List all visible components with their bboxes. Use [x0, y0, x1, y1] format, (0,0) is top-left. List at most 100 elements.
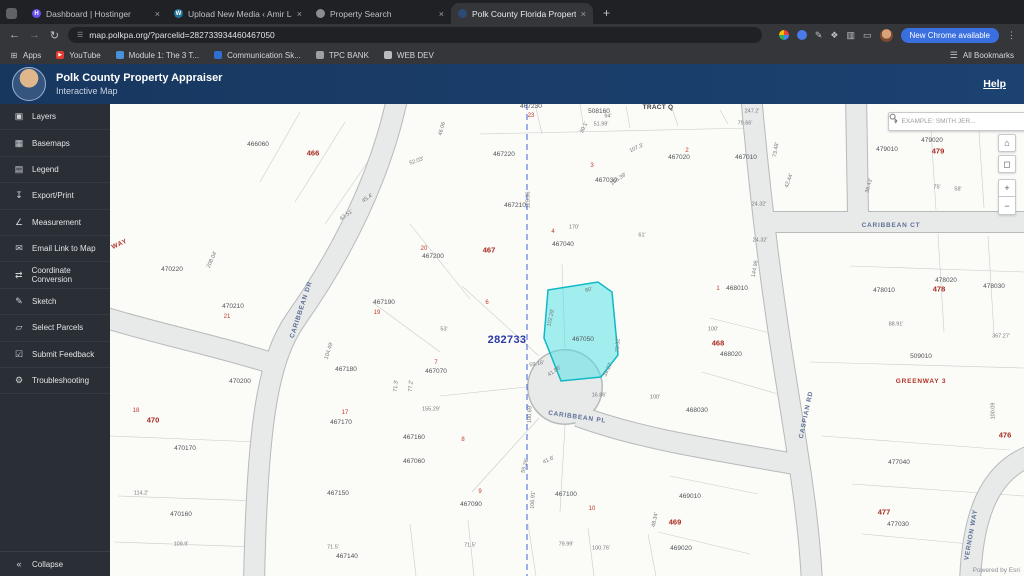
sidebar-item-coordinate-conversion[interactable]: ⇄Coordinate Conversion — [0, 262, 110, 288]
extent-button[interactable]: ◻ — [998, 155, 1016, 173]
home-button[interactable]: ⌂ — [998, 134, 1016, 152]
all-bookmarks-button[interactable]: ☰ All Bookmarks — [950, 50, 1014, 61]
page-title: Polk County Property Appraiser — [56, 72, 222, 84]
forward-icon[interactable]: → — [28, 29, 41, 41]
sketch-icon: ✎ — [14, 296, 24, 307]
bookmark-item[interactable]: WEB DEV — [384, 51, 434, 60]
bookmark-item[interactable]: Module 1: The 3 T... — [116, 51, 199, 60]
sidebar-item-basemaps[interactable]: ▦ Basemaps — [0, 130, 110, 156]
layers-icon: ▣ — [14, 111, 24, 122]
legend-icon: ▤ — [14, 164, 24, 175]
sidebar-item-label: Sketch — [32, 297, 56, 306]
sidebar-item-select-parcels[interactable]: ▱ Select Parcels — [0, 315, 110, 341]
print-icon: ↧ — [14, 190, 24, 201]
back-icon[interactable]: ← — [8, 29, 21, 41]
browser-tab[interactable]: H Dashboard | Hostinger × — [25, 3, 167, 24]
header-titles: Polk County Property Appraiser Interacti… — [56, 72, 222, 96]
tab-favicon-icon: H — [32, 9, 41, 18]
bookmark-favicon-icon — [316, 51, 324, 59]
map-area[interactable]: 4672305081604660604672204670204670104670… — [110, 104, 1024, 576]
new-tab-button[interactable]: + — [603, 6, 610, 20]
sidebar-item-label: Select Parcels — [32, 323, 83, 332]
section-number-label: 282733 — [488, 334, 527, 346]
bookmark-item[interactable]: Communication Sk... — [214, 51, 301, 60]
address-bar[interactable]: ☰ map.polkpa.org/?parcelid=2827339344604… — [68, 27, 762, 43]
page-subtitle: Interactive Map — [56, 86, 222, 96]
bookmark-label: Module 1: The 3 T... — [129, 51, 199, 60]
browser-tab[interactable]: Polk County Florida Propert... × — [451, 3, 593, 24]
bookmark-favicon-icon — [384, 51, 392, 59]
tab-close-icon[interactable]: × — [439, 9, 444, 19]
extensions-puzzle-icon[interactable]: ❖ — [830, 30, 838, 41]
sidebar-item-label: Layers — [32, 112, 56, 121]
sidebar-item-submit-feedback[interactable]: ☑Submit Feedback — [0, 342, 110, 368]
extension-blue-icon[interactable] — [797, 30, 807, 40]
polk-county-logo — [12, 67, 46, 101]
sidebar-item-email-link-to-map[interactable]: ✉Email Link to Map — [0, 236, 110, 262]
basemaps-icon: ▦ — [14, 138, 24, 149]
all-bookmarks-icon: ☰ — [950, 50, 958, 61]
tab-close-icon[interactable]: × — [581, 9, 586, 19]
tabs-container: HDashboard | Hostinger×WUpload New Media… — [25, 3, 593, 24]
bookmark-favicon-icon — [214, 51, 222, 59]
tab-title: Property Search — [330, 9, 434, 19]
tab-favicon-icon — [458, 9, 467, 18]
map-canvas[interactable] — [110, 104, 1024, 576]
bookmark-label: TPC BANK — [329, 51, 369, 60]
selected-parcel-highlight[interactable] — [544, 282, 618, 381]
new-chrome-available-button[interactable]: New Chrome available — [901, 28, 999, 43]
sidebar-item-export-print[interactable]: ↧Export/Print — [0, 183, 110, 209]
tab-close-icon[interactable]: × — [297, 9, 302, 19]
sidebar-item-label: Basemaps — [32, 139, 70, 148]
url-text: map.polkpa.org/?parcelid=282733934460467… — [89, 30, 275, 40]
extension-wheel-icon[interactable] — [779, 30, 789, 40]
bookmark-label: Apps — [23, 51, 41, 60]
bookmark-favicon-icon — [116, 51, 124, 59]
bookmark-item[interactable]: ⊞Apps — [10, 51, 41, 60]
sidebar: ▣ Layers ▦ Basemaps ▤ Legend ↧Export/Print ∠ Mea… — [0, 104, 110, 576]
sidebar-item-label: Submit Feedback — [32, 350, 94, 359]
sidebar-item-measurement[interactable]: ∠ Measurement — [0, 210, 110, 236]
sidebar-item-sketch[interactable]: ✎ Sketch — [0, 289, 110, 315]
sidebar-item-layers[interactable]: ▣ Layers — [0, 104, 110, 130]
media-card-icon[interactable]: ▭ — [863, 30, 872, 41]
zoom-out-button[interactable]: − — [998, 197, 1016, 215]
bookmark-label: WEB DEV — [397, 51, 434, 60]
bookmark-item[interactable]: TPC BANK — [316, 51, 369, 60]
browser-menu-icon[interactable]: ⋮ — [1007, 30, 1016, 41]
browser-toolbar: ← → ↻ ☰ map.polkpa.org/?parcelid=2827339… — [0, 24, 1024, 46]
bookmarks-left: ⊞Apps ▶YouTube Module 1: The 3 T... Communi… — [10, 51, 434, 60]
tab-close-icon[interactable]: × — [155, 9, 160, 19]
browser-tab[interactable]: WUpload New Media ‹ Amir La...× — [167, 3, 309, 24]
bookmarks-bar: ⊞Apps ▶YouTube Module 1: The 3 T... Communi… — [0, 46, 1024, 65]
sidebar-collapse-button[interactable]: « Collapse — [0, 551, 110, 576]
zoom-in-button[interactable]: + — [998, 179, 1016, 197]
sidebar-item-label: Measurement — [32, 218, 81, 227]
tab-title: Polk County Florida Propert... — [472, 9, 576, 19]
search-icon[interactable] — [889, 113, 898, 122]
browser-window: HDashboard | Hostinger×WUpload New Media… — [0, 0, 1024, 576]
tab-favicon-icon — [316, 9, 325, 18]
side-panel-icon[interactable]: ▥ — [846, 30, 855, 41]
tab-strip: HDashboard | Hostinger×WUpload New Media… — [0, 0, 1024, 24]
profile-avatar[interactable] — [880, 29, 893, 42]
select-parcels-icon: ▱ — [14, 322, 24, 333]
tab-title: Dashboard | Hostinger — [46, 9, 150, 19]
measurement-icon: ∠ — [14, 217, 24, 228]
sidebar-item-label: Email Link to Map — [32, 244, 96, 253]
sidebar-item-label: Coordinate Conversion — [32, 266, 110, 284]
sidebar-item-label: Legend — [32, 165, 59, 174]
sidebar-item-legend[interactable]: ▤ Legend — [0, 157, 110, 183]
site-settings-icon[interactable]: ☰ — [77, 31, 83, 39]
sidebar-item-troubleshooting[interactable]: ⚙Troubleshooting — [0, 368, 110, 394]
browser-tab[interactable]: Property Search × — [309, 3, 451, 24]
troubleshooting-icon: ⚙ — [14, 375, 24, 386]
help-link[interactable]: Help — [983, 78, 1006, 90]
sidebar-items: ▣ Layers ▦ Basemaps ▤ Legend ↧Export/Print ∠ Mea… — [0, 104, 110, 394]
parcel-search-box[interactable]: ▾ EXAMPLE: SMITH JER... — [888, 112, 1024, 131]
reload-icon[interactable]: ↻ — [48, 29, 61, 42]
browser-logo-icon — [6, 8, 17, 19]
edit-extension-icon[interactable]: ✎ — [815, 30, 823, 41]
bookmark-item[interactable]: ▶YouTube — [56, 51, 100, 60]
collapse-label: Collapse — [32, 560, 63, 569]
